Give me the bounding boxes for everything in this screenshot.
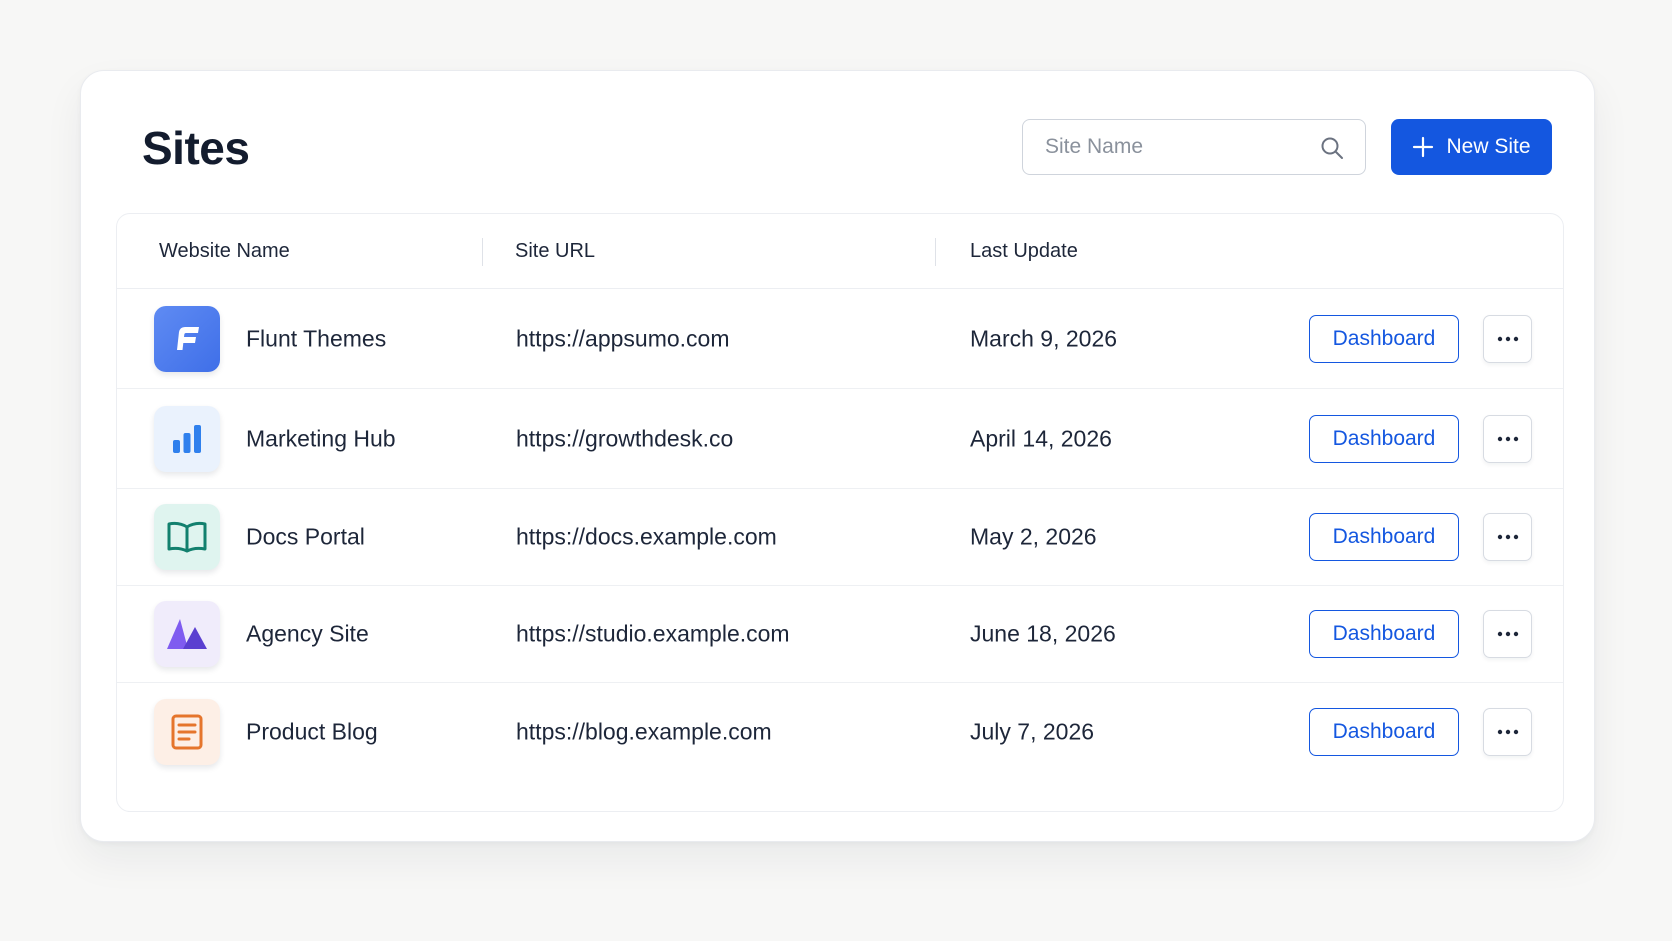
site-url[interactable]: https://growthdesk.co: [516, 425, 733, 452]
last-update: April 14, 2026: [970, 425, 1112, 451]
last-update: March 9, 2026: [970, 325, 1118, 351]
more-horizontal-icon: [1497, 729, 1518, 734]
site-url[interactable]: https://studio.example.com: [516, 621, 790, 648]
sites-table: Website Name Site URL Last Update Flunt …: [116, 213, 1564, 812]
website-name[interactable]: Flunt Themes: [246, 325, 386, 352]
last-update: May 2, 2026: [970, 523, 1097, 550]
dashboard-button[interactable]: Dashboard: [1309, 707, 1459, 756]
new-site-button[interactable]: New Site: [1391, 119, 1552, 175]
document-icon: [154, 698, 220, 765]
page-title: Sites: [142, 122, 250, 174]
more-options-button[interactable]: [1483, 707, 1532, 756]
site-url[interactable]: https://appsumo.com: [516, 325, 730, 352]
more-horizontal-icon: [1497, 534, 1518, 540]
site-url[interactable]: https://blog.example.com: [516, 718, 772, 745]
last-update: June 18, 2026: [970, 620, 1116, 647]
website-name[interactable]: Docs Portal: [246, 524, 365, 551]
column-header-site-url[interactable]: Site URL: [515, 214, 595, 288]
column-divider[interactable]: [935, 238, 936, 266]
table-row[interactable]: Marketing Hub https://growthdesk.co Apri…: [117, 389, 1563, 489]
more-horizontal-icon: [1497, 436, 1518, 441]
site-url[interactable]: https://docs.example.com: [516, 524, 777, 551]
search-input[interactable]: [1023, 120, 1325, 174]
more-options-button[interactable]: [1483, 314, 1532, 363]
last-update: July 7, 2026: [970, 718, 1095, 744]
dashboard-button[interactable]: Dashboard: [1309, 610, 1459, 658]
plus-icon: [1413, 136, 1434, 158]
sites-card: Sites New Site Website Name Site URL Las…: [80, 70, 1595, 842]
more-options-button[interactable]: [1483, 513, 1532, 561]
more-horizontal-icon: [1497, 631, 1518, 637]
column-header-last-update[interactable]: Last Update: [970, 214, 1078, 288]
column-divider[interactable]: [482, 238, 483, 266]
table-row[interactable]: Docs Portal https://docs.example.com May…: [117, 489, 1563, 586]
open-book-icon: [154, 504, 220, 570]
table-row[interactable]: Agency Site https://studio.example.com J…: [117, 586, 1563, 683]
table-row[interactable]: Product Blog https://blog.example.com Ju…: [117, 683, 1563, 780]
dashboard-button[interactable]: Dashboard: [1309, 314, 1459, 363]
search-icon[interactable]: [1319, 135, 1345, 161]
search-box[interactable]: [1022, 119, 1366, 175]
website-name[interactable]: Agency Site: [246, 621, 369, 648]
triangle-logo-icon: [154, 601, 220, 667]
more-options-button[interactable]: [1483, 610, 1532, 658]
website-name[interactable]: Product Blog: [246, 718, 378, 745]
more-horizontal-icon: [1497, 336, 1518, 341]
fluent-f-logo-icon: [154, 305, 220, 372]
more-options-button[interactable]: [1483, 414, 1532, 463]
column-header-website-name[interactable]: Website Name: [159, 214, 290, 288]
table-header: Website Name Site URL Last Update: [117, 214, 1563, 289]
bar-chart-icon: [154, 405, 220, 472]
table-row[interactable]: Flunt Themes https://appsumo.com March 9…: [117, 289, 1563, 389]
dashboard-button[interactable]: Dashboard: [1309, 513, 1459, 561]
new-site-label: New Site: [1446, 135, 1531, 158]
dashboard-button[interactable]: Dashboard: [1309, 414, 1459, 463]
website-name[interactable]: Marketing Hub: [246, 425, 396, 452]
